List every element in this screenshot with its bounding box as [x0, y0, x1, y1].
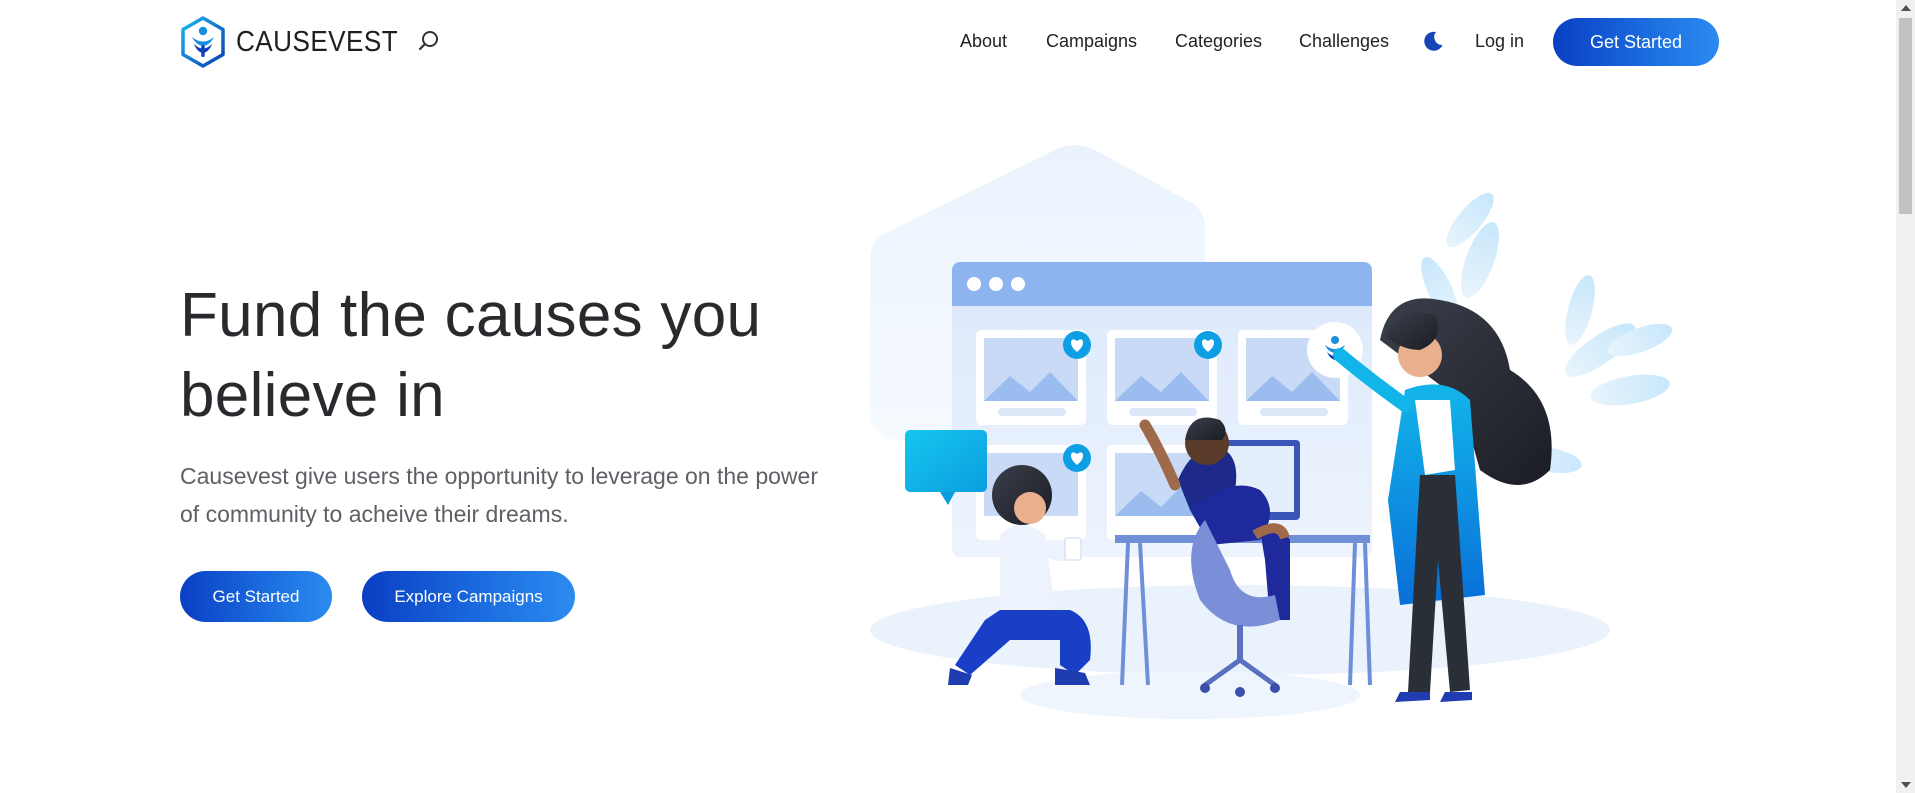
explore-campaigns-button[interactable]: Explore Campaigns [362, 571, 575, 622]
search-icon[interactable] [418, 30, 440, 57]
scroll-thumb[interactable] [1899, 18, 1912, 214]
scroll-up-arrow-icon[interactable] [1901, 5, 1911, 11]
hero-get-started-button[interactable]: Get Started [180, 571, 332, 622]
brand-logo[interactable]: CAUSEVEST [180, 16, 416, 68]
nav-about[interactable]: About [960, 31, 1007, 52]
scroll-down-arrow-icon[interactable] [1901, 782, 1911, 788]
get-started-button[interactable]: Get Started [1553, 18, 1719, 66]
navbar: CAUSEVEST About Campaigns Categories Cha… [0, 0, 1896, 84]
hero-title: Fund the causes you believe in [180, 281, 762, 430]
brand-name: CAUSEVEST [236, 25, 399, 58]
causevest-logo-icon [181, 16, 225, 68]
nav-challenges[interactable]: Challenges [1299, 31, 1389, 52]
login-link[interactable]: Log in [1475, 31, 1524, 52]
nav-categories[interactable]: Categories [1175, 31, 1262, 52]
hero-subtitle: Causevest give users the opportunity to … [180, 463, 818, 527]
nav-campaigns[interactable]: Campaigns [1046, 31, 1137, 52]
moon-icon[interactable] [1422, 30, 1444, 57]
hero-illustration [860, 140, 1690, 745]
page-scrollbar[interactable] [1896, 0, 1915, 793]
